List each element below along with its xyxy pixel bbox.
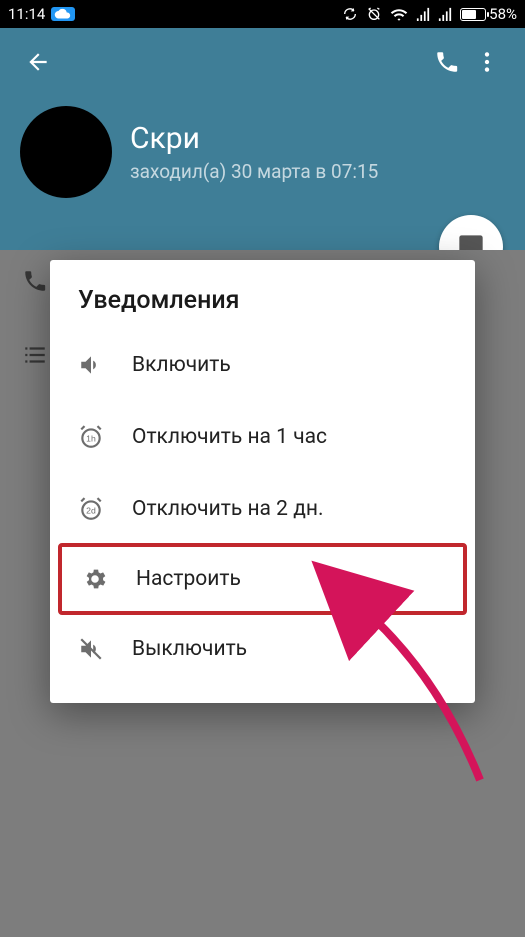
gear-icon [82,566,136,592]
signal-2-icon [438,7,452,21]
option-enable[interactable]: Включить [50,329,475,401]
avatar[interactable] [20,106,112,198]
option-label: Выключить [132,637,247,661]
back-button[interactable] [18,42,58,82]
option-label: Включить [132,353,231,377]
profile-name: Скри [130,121,378,156]
alarm-2d-icon: 2d [78,496,132,522]
status-bar: 11:14 58% [0,0,525,28]
option-label: Отключить на 2 дн. [132,497,324,521]
profile-header: Скри заходил(а) 30 марта в 07:15 [0,28,525,250]
alarm-off-icon [366,6,382,22]
option-label: Настроить [136,567,241,591]
signal-1-icon [416,7,430,21]
svg-text:2d: 2d [86,505,96,515]
option-mute-1h[interactable]: 1h Отключить на 1 час [50,401,475,473]
battery-indicator: 58% [460,5,517,23]
alarm-1h-icon: 1h [78,424,132,450]
svg-text:1h: 1h [86,433,96,443]
option-disable[interactable]: Выключить [50,613,475,685]
wifi-icon [390,7,408,21]
notifications-dialog: Уведомления Включить 1h Отключить на 1 ч… [50,260,475,703]
status-time: 11:14 [8,5,45,23]
dialog-title: Уведомления [50,286,475,329]
sync-icon [342,6,358,22]
more-button[interactable] [467,42,507,82]
option-label: Отключить на 1 час [132,425,327,449]
volume-off-icon [78,636,132,662]
cloud-sync-icon [51,7,75,21]
option-customize[interactable]: Настроить [58,543,467,615]
call-button[interactable] [427,42,467,82]
last-seen: заходил(а) 30 марта в 07:15 [130,160,378,183]
battery-percent: 58% [489,5,517,23]
option-mute-2d[interactable]: 2d Отключить на 2 дн. [50,473,475,545]
volume-on-icon [78,352,132,378]
